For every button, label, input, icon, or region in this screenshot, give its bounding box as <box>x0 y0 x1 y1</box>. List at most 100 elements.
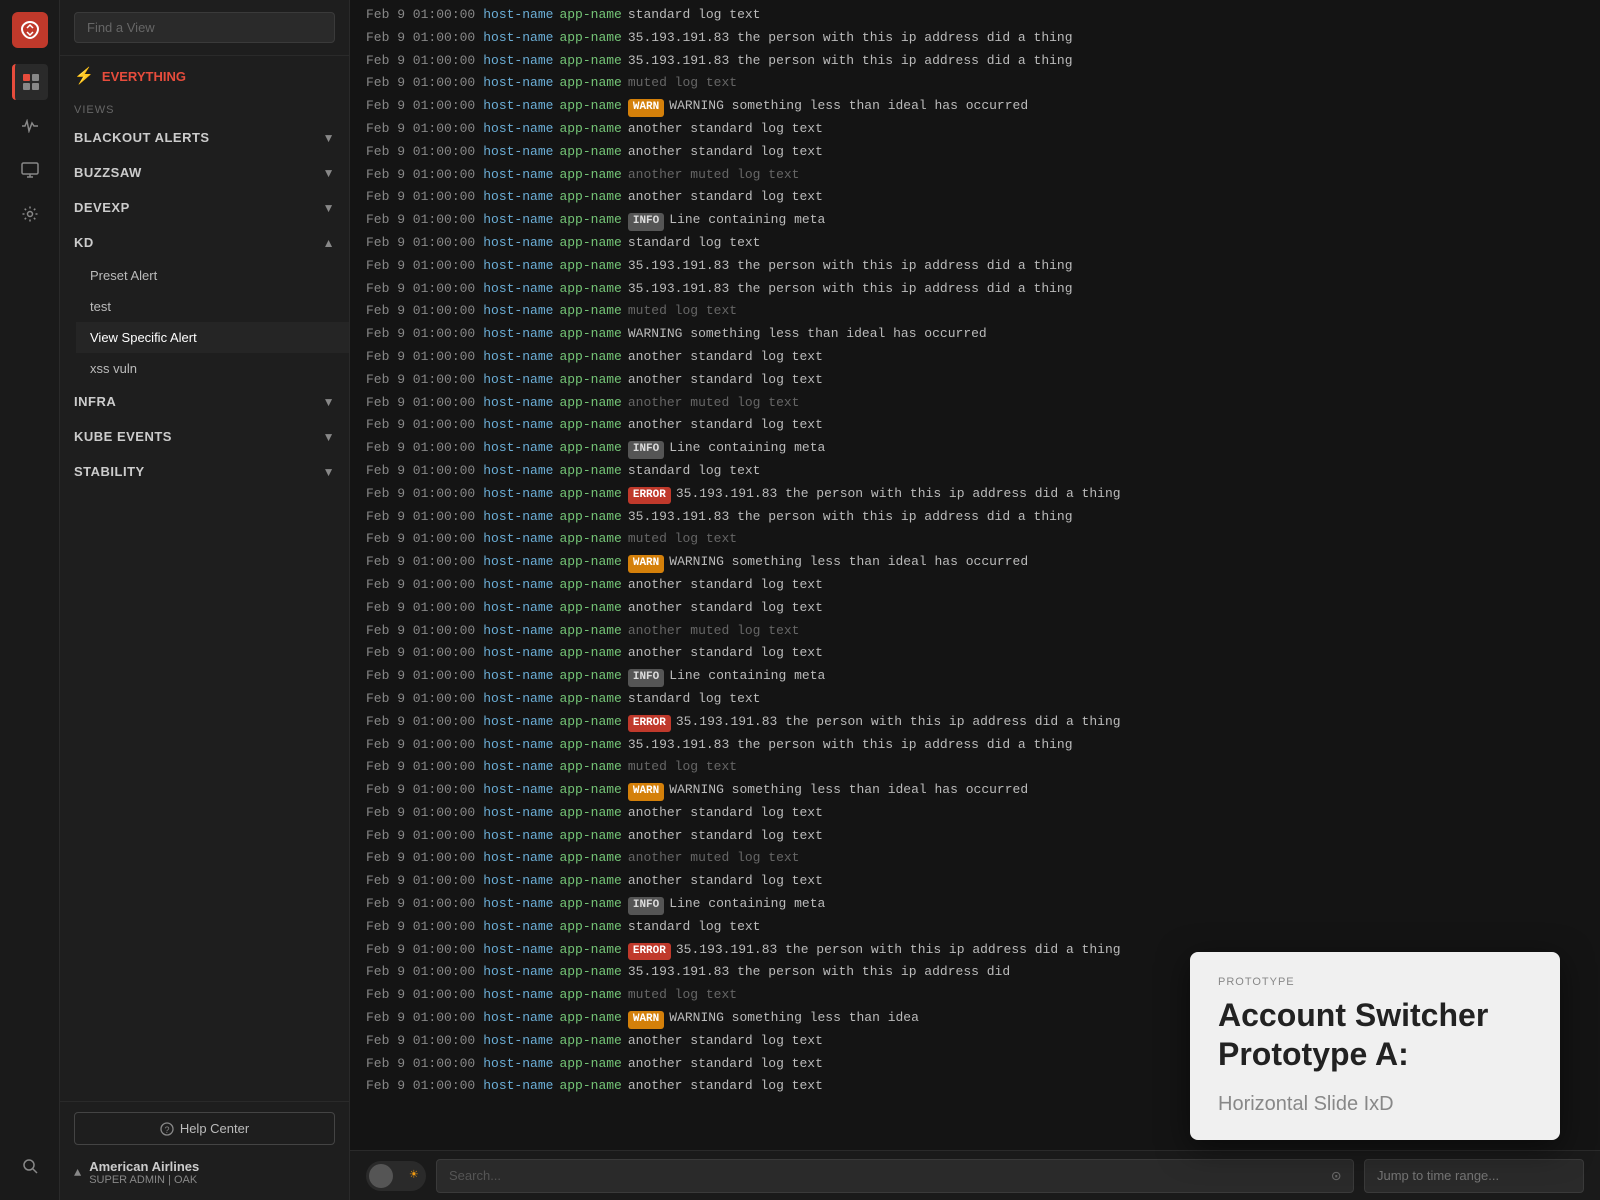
log-line[interactable]: Feb 9 01:00:00host-nameapp-nameanother s… <box>350 346 1600 369</box>
log-line[interactable]: Feb 9 01:00:00host-nameapp-nameanother s… <box>350 414 1600 437</box>
log-line[interactable]: Feb 9 01:00:00host-nameapp-namemuted log… <box>350 756 1600 779</box>
log-line[interactable]: Feb 9 01:00:00host-nameapp-namestandard … <box>350 232 1600 255</box>
log-hostname: host-name <box>483 28 553 49</box>
log-search-input[interactable] <box>449 1168 1331 1183</box>
log-line[interactable]: Feb 9 01:00:00host-nameapp-name35.193.19… <box>350 506 1600 529</box>
nav-item-preset-alert[interactable]: Preset Alert <box>76 260 349 291</box>
log-line[interactable]: Feb 9 01:00:00host-nameapp-nameanother m… <box>350 620 1600 643</box>
log-line[interactable]: Feb 9 01:00:00host-nameapp-nameWARNWARNI… <box>350 95 1600 118</box>
log-line[interactable]: Feb 9 01:00:00host-nameapp-nameanother m… <box>350 164 1600 187</box>
log-line[interactable]: Feb 9 01:00:00host-nameapp-namestandard … <box>350 460 1600 483</box>
log-line[interactable]: Feb 9 01:00:00host-nameapp-nameanother s… <box>350 825 1600 848</box>
log-line[interactable]: Feb 9 01:00:00host-nameapp-nameINFOLine … <box>350 437 1600 460</box>
nav-group-label-stability: STABILITY <box>74 464 145 479</box>
views-section-label: VIEWS <box>60 96 349 120</box>
log-line[interactable]: Feb 9 01:00:00host-nameapp-nameanother s… <box>350 802 1600 825</box>
everything-nav-item[interactable]: ⚡ EVERYTHING <box>60 56 349 96</box>
layout-nav-icon[interactable] <box>12 64 48 100</box>
log-appname: app-name <box>559 803 621 824</box>
log-line[interactable]: Feb 9 01:00:00host-nameapp-nameanother s… <box>350 574 1600 597</box>
log-line[interactable]: Feb 9 01:00:00host-nameapp-nameINFOLine … <box>350 665 1600 688</box>
log-appname: app-name <box>559 370 621 391</box>
search-nav-icon[interactable] <box>12 1148 48 1184</box>
log-hostname: host-name <box>483 119 553 140</box>
log-appname: app-name <box>559 484 621 505</box>
settings-nav-icon[interactable] <box>12 196 48 232</box>
monitor-nav-icon[interactable] <box>12 152 48 188</box>
log-timestamp: Feb 9 01:00:00 <box>366 279 475 300</box>
log-line[interactable]: Feb 9 01:00:00host-nameapp-nameERROR35.1… <box>350 483 1600 506</box>
log-hostname: host-name <box>483 529 553 550</box>
log-appname: app-name <box>559 552 621 573</box>
log-line[interactable]: Feb 9 01:00:00host-nameapp-nameWARNING s… <box>350 323 1600 346</box>
log-line[interactable]: Feb 9 01:00:00host-nameapp-namestandard … <box>350 4 1600 27</box>
sidebar: ⚡ EVERYTHING VIEWS BLACKOUT ALERTS▼BUZZS… <box>60 0 350 1200</box>
nav-group-header-kube-events[interactable]: KUBE EVENTS▼ <box>60 419 349 454</box>
nav-group-header-kd[interactable]: KD▲ <box>60 225 349 260</box>
log-text: another standard log text <box>628 871 823 892</box>
nav-group-header-infra[interactable]: INFRA▼ <box>60 384 349 419</box>
help-center-button[interactable]: ? Help Center <box>74 1112 335 1145</box>
log-line[interactable]: Feb 9 01:00:00host-nameapp-nameINFOLine … <box>350 209 1600 232</box>
log-line[interactable]: Feb 9 01:00:00host-nameapp-nameanother s… <box>350 597 1600 620</box>
nav-group-header-stability[interactable]: STABILITY ▼ <box>60 454 349 489</box>
log-timestamp: Feb 9 01:00:00 <box>366 1008 475 1029</box>
log-line[interactable]: Feb 9 01:00:00host-nameapp-nameERROR35.1… <box>350 711 1600 734</box>
log-hostname: host-name <box>483 666 553 687</box>
log-line[interactable]: Feb 9 01:00:00host-nameapp-nameanother s… <box>350 186 1600 209</box>
icon-rail <box>0 0 60 1200</box>
log-line[interactable]: Feb 9 01:00:00host-nameapp-namestandard … <box>350 916 1600 939</box>
nav-group-chevron-stability: ▼ <box>323 465 335 479</box>
log-hostname: host-name <box>483 780 553 801</box>
log-hostname: host-name <box>483 279 553 300</box>
log-text: another standard log text <box>628 142 823 163</box>
nav-group-header-buzzsaw[interactable]: BUZZSAW▼ <box>60 155 349 190</box>
log-appname: app-name <box>559 826 621 847</box>
log-appname: app-name <box>559 985 621 1006</box>
log-line[interactable]: Feb 9 01:00:00host-nameapp-nameanother s… <box>350 870 1600 893</box>
log-appname: app-name <box>559 712 621 733</box>
log-line[interactable]: Feb 9 01:00:00host-nameapp-nameanother m… <box>350 847 1600 870</box>
log-line[interactable]: Feb 9 01:00:00host-nameapp-nameINFOLine … <box>350 893 1600 916</box>
time-range-input[interactable] <box>1377 1168 1571 1183</box>
log-line[interactable]: Feb 9 01:00:00host-nameapp-name35.193.19… <box>350 734 1600 757</box>
log-line[interactable]: Feb 9 01:00:00host-nameapp-name35.193.19… <box>350 27 1600 50</box>
log-line[interactable]: Feb 9 01:00:00host-nameapp-name35.193.19… <box>350 255 1600 278</box>
nav-group-header-blackout-alerts[interactable]: BLACKOUT ALERTS▼ <box>60 120 349 155</box>
log-line[interactable]: Feb 9 01:00:00host-nameapp-nameanother s… <box>350 141 1600 164</box>
log-timestamp: Feb 9 01:00:00 <box>366 1031 475 1052</box>
bolt-icon: ⚡ <box>74 66 94 86</box>
find-view-input[interactable] <box>74 12 335 43</box>
log-text: another standard log text <box>628 803 823 824</box>
log-line[interactable]: Feb 9 01:00:00host-nameapp-name35.193.19… <box>350 50 1600 73</box>
account-switcher[interactable]: ▲ American Airlines SUPER ADMIN | OAK <box>74 1155 335 1190</box>
nav-item-xss-vuln[interactable]: xss vuln <box>76 353 349 384</box>
log-line[interactable]: Feb 9 01:00:00host-nameapp-nameanother s… <box>350 642 1600 665</box>
log-appname: app-name <box>559 871 621 892</box>
main-content: Feb 9 01:00:00host-nameapp-namestandard … <box>350 0 1600 1200</box>
log-line[interactable]: Feb 9 01:00:00host-nameapp-nameWARNWARNI… <box>350 551 1600 574</box>
log-line[interactable]: Feb 9 01:00:00host-nameapp-nameanother s… <box>350 369 1600 392</box>
log-timestamp: Feb 9 01:00:00 <box>366 575 475 596</box>
nav-item-test[interactable]: test <box>76 291 349 322</box>
logo-icon[interactable] <box>12 12 48 48</box>
log-line[interactable]: Feb 9 01:00:00host-nameapp-namemuted log… <box>350 72 1600 95</box>
nav-group-header-devexp[interactable]: DEVEXP▼ <box>60 190 349 225</box>
log-line[interactable]: Feb 9 01:00:00host-nameapp-namemuted log… <box>350 300 1600 323</box>
log-line[interactable]: Feb 9 01:00:00host-nameapp-nameanother s… <box>350 118 1600 141</box>
pulse-nav-icon[interactable] <box>12 108 48 144</box>
log-line[interactable]: Feb 9 01:00:00host-nameapp-name35.193.19… <box>350 278 1600 301</box>
log-line[interactable]: Feb 9 01:00:00host-nameapp-namestandard … <box>350 688 1600 711</box>
log-line[interactable]: Feb 9 01:00:00host-nameapp-nameanother m… <box>350 392 1600 415</box>
log-hostname: host-name <box>483 1054 553 1075</box>
log-text: another standard log text <box>628 1031 823 1052</box>
log-line[interactable]: Feb 9 01:00:00host-nameapp-namemuted log… <box>350 528 1600 551</box>
log-appname: app-name <box>559 757 621 778</box>
theme-toggle[interactable]: ☀ <box>366 1161 426 1191</box>
log-appname: app-name <box>559 780 621 801</box>
search-help-icon[interactable]: ⊙ <box>1331 1166 1341 1186</box>
log-badge-error: ERROR <box>628 487 671 505</box>
nav-item-view-specific-alert[interactable]: View Specific Alert <box>76 322 349 353</box>
log-line[interactable]: Feb 9 01:00:00host-nameapp-nameWARNWARNI… <box>350 779 1600 802</box>
log-hostname: host-name <box>483 5 553 26</box>
